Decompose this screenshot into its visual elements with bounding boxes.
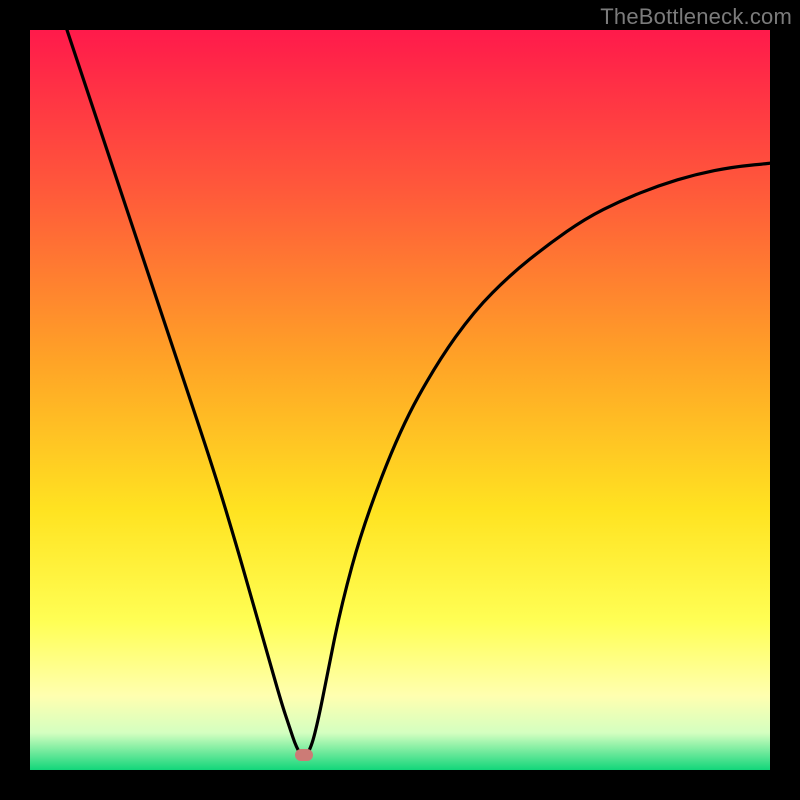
- plot-area: [30, 30, 770, 770]
- chart-frame: TheBottleneck.com: [0, 0, 800, 800]
- optimal-point-marker: [295, 749, 313, 761]
- watermark-text: TheBottleneck.com: [600, 4, 792, 30]
- bottleneck-curve: [30, 30, 770, 770]
